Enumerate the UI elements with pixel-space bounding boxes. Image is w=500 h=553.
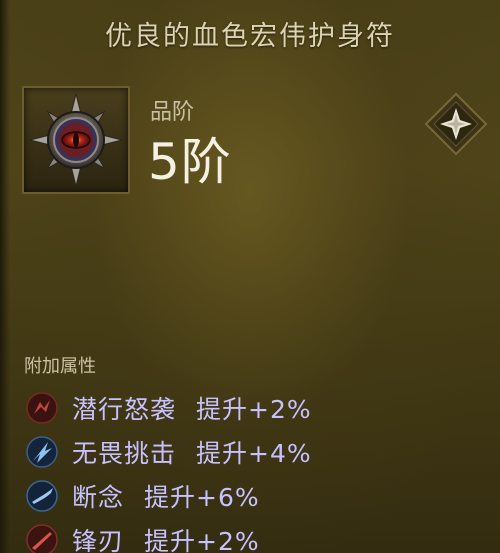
attribute-effect: 提升+2% [196,395,312,424]
rank-value: 5阶 [148,133,232,191]
attribute-row: 无畏挑击 提升+4% [26,432,312,472]
blue-strike-icon [26,436,58,468]
attributes-header: 附加属性 [24,356,96,377]
item-title: 优良的血色宏伟护身符 [105,21,395,52]
attribute-row: 潜行怒袭 提升+2% [26,388,312,428]
attribute-row: 锋刃 提升+2% [26,520,260,553]
attribute-effect: 提升+2% [144,527,260,553]
attribute-name: 锋刃 [72,527,125,553]
item-tooltip-panel: 优良的血色宏伟护身符 品阶 5阶 附加属性 潜行怒袭 提升+2% 无畏挑击 提升… [0,0,500,553]
attribute-name: 潜行怒袭 [72,395,177,424]
amulet-icon [29,93,123,187]
item-icon-frame[interactable] [22,86,130,194]
attribute-name: 断念 [72,483,125,512]
red-skill-icon [26,392,58,424]
compare-emblem-icon[interactable] [424,92,488,156]
attribute-effect: 提升+4% [196,439,312,468]
panel-left-edge [0,0,10,553]
rank-label: 品阶 [150,100,195,125]
attribute-name: 无畏挑击 [72,439,177,468]
blue-blade-icon [26,480,58,512]
attribute-effect: 提升+6% [144,483,260,512]
attribute-row: 断念 提升+6% [26,476,260,516]
red-blade-icon [26,524,58,553]
